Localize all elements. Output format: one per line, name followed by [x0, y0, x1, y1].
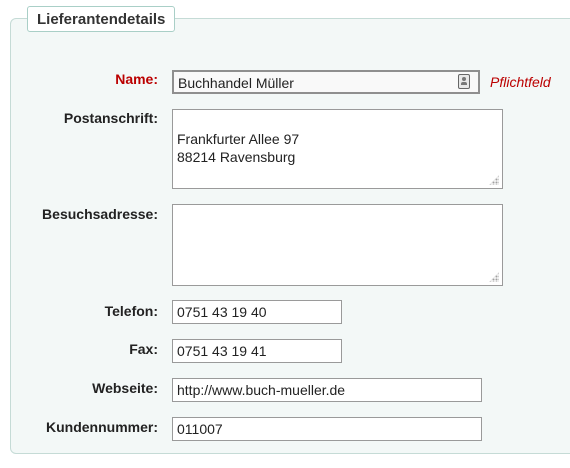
website-input-value: http://www.buch-mueller.de [177, 382, 346, 398]
phone-input-value: 0751 43 19 40 [177, 304, 267, 320]
resize-grip-icon[interactable] [489, 175, 499, 185]
visiting-address-label: Besuchsadresse: [42, 206, 158, 222]
postal-address-label: Postanschrift: [63, 110, 158, 126]
contact-card-icon[interactable] [458, 74, 470, 89]
name-label: Name: [115, 71, 158, 87]
fax-input-value: 0751 43 19 41 [177, 343, 267, 359]
customer-number-input[interactable]: 011007 [172, 417, 482, 441]
visiting-address-textarea[interactable] [172, 204, 503, 286]
postal-address-value: Frankfurter Allee 97 88214 Ravensburg [177, 131, 300, 165]
customer-number-input-value: 011007 [177, 421, 223, 437]
resize-grip-icon[interactable] [489, 272, 499, 282]
required-note: Pflichtfeld [490, 74, 551, 90]
postal-address-textarea[interactable]: Frankfurter Allee 97 88214 Ravensburg [172, 109, 503, 189]
name-input-value: Buchhandel Müller [178, 75, 294, 91]
website-label: Webseite: [92, 380, 158, 396]
phone-label: Telefon: [104, 303, 158, 319]
panel-legend: Lieferantendetails [27, 6, 176, 32]
fax-label: Fax: [129, 341, 158, 357]
name-input[interactable]: Buchhandel Müller [172, 70, 480, 94]
phone-input[interactable]: 0751 43 19 40 [172, 300, 342, 324]
website-input[interactable]: http://www.buch-mueller.de [172, 378, 482, 402]
customer-number-label: Kundennummer: [46, 419, 158, 435]
fax-input[interactable]: 0751 43 19 41 [172, 339, 342, 363]
